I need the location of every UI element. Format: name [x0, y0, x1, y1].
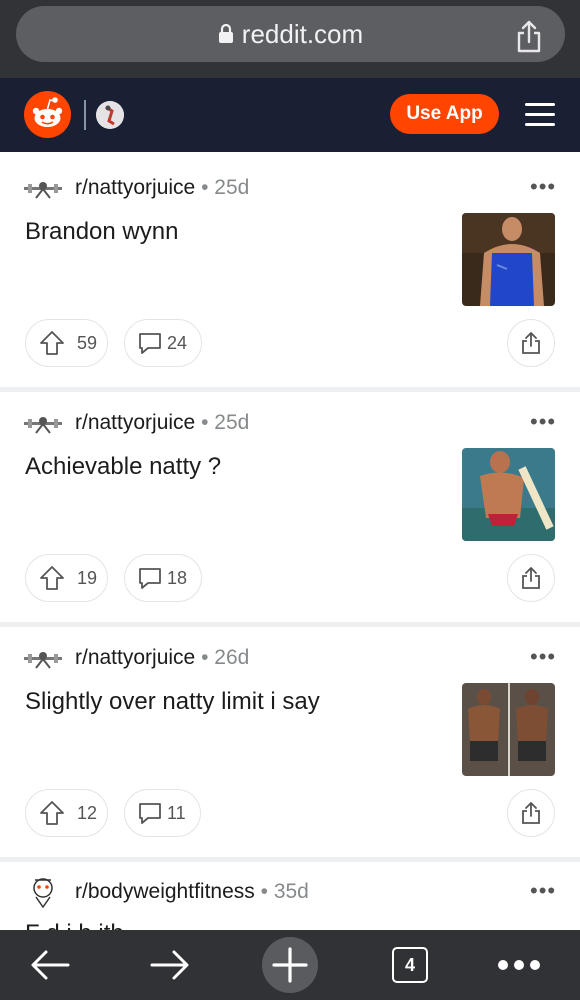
- post-age: 26d: [214, 646, 250, 669]
- browser-toolbar: 4: [0, 930, 580, 1000]
- subreddit-avatar: [24, 182, 62, 199]
- use-app-button[interactable]: Use App: [390, 94, 499, 134]
- more-icon: [498, 960, 540, 970]
- vote-count: 12: [77, 802, 98, 823]
- tabs-button[interactable]: 4: [392, 947, 428, 983]
- comments-button[interactable]: 11: [124, 789, 201, 837]
- upvote-button[interactable]: 12: [25, 789, 108, 837]
- vote-count: 19: [77, 567, 98, 588]
- post-thumbnail[interactable]: [462, 683, 555, 776]
- post-subreddit-line[interactable]: r/nattyorjuice • 26d: [75, 646, 249, 670]
- post-age: 35d: [273, 880, 309, 903]
- url-display[interactable]: reddit.com: [16, 6, 565, 62]
- subreddit-name[interactable]: r/nattyorjuice: [75, 646, 195, 669]
- share-icon[interactable]: [515, 20, 543, 54]
- post-card[interactable]: r/nattyorjuice • 26d ••• Slightly over n…: [0, 627, 580, 857]
- post-title[interactable]: Brandon wynn: [25, 218, 178, 246]
- tabs-count: 4: [404, 954, 415, 975]
- post-card[interactable]: r/bodyweightfitness • 35d ••• F d i b it…: [0, 862, 580, 930]
- subreddit-name[interactable]: r/nattyorjuice: [75, 411, 195, 434]
- comment-icon: [139, 333, 161, 354]
- post-subreddit-line[interactable]: r/nattyorjuice • 25d: [75, 411, 249, 435]
- upvote-icon: [40, 566, 64, 590]
- separator-dot: •: [260, 880, 268, 903]
- share-button[interactable]: [507, 319, 555, 367]
- lock-icon: [218, 24, 233, 43]
- community-avatar[interactable]: [96, 101, 124, 129]
- post-subreddit-line[interactable]: r/nattyorjuice • 25d: [75, 176, 249, 200]
- separator-dot: •: [201, 646, 209, 669]
- comment-icon: [139, 803, 161, 824]
- share-button[interactable]: [507, 789, 555, 837]
- header-divider: [84, 100, 86, 130]
- share-button[interactable]: [507, 554, 555, 602]
- back-icon: [31, 950, 70, 980]
- upvote-icon: [40, 801, 64, 825]
- vote-count: 59: [77, 332, 98, 353]
- url-text: reddit.com: [241, 18, 364, 49]
- upvote-button[interactable]: 59: [25, 319, 108, 367]
- reddit-header: Use App: [0, 78, 580, 152]
- forward-button[interactable]: [148, 942, 192, 988]
- browser-top-bar: reddit.com: [0, 0, 580, 78]
- upvote-icon: [40, 331, 64, 355]
- comment-icon: [139, 568, 161, 589]
- menu-icon[interactable]: [525, 101, 555, 129]
- post-age: 25d: [214, 176, 250, 199]
- post-title[interactable]: Slightly over natty limit i say: [25, 688, 320, 716]
- more-options-icon[interactable]: •••: [530, 411, 556, 433]
- share-icon: [522, 802, 540, 824]
- comments-button[interactable]: 18: [124, 554, 203, 602]
- share-icon: [522, 567, 540, 589]
- subreddit-name[interactable]: r/nattyorjuice: [75, 176, 195, 199]
- subreddit-avatar: [24, 652, 62, 669]
- share-icon: [522, 332, 540, 354]
- address-bar[interactable]: reddit.com: [16, 6, 565, 62]
- separator-dot: •: [201, 176, 209, 199]
- subreddit-avatar: [24, 417, 62, 434]
- post-subreddit-line[interactable]: r/bodyweightfitness • 35d: [75, 880, 309, 904]
- post-title[interactable]: F d i b ith: [25, 920, 124, 930]
- comment-count: 18: [167, 567, 188, 588]
- comments-button[interactable]: 24: [124, 319, 203, 367]
- post-thumbnail[interactable]: [462, 448, 555, 541]
- comment-count: 11: [167, 802, 186, 823]
- post-title[interactable]: Achievable natty ?: [25, 453, 221, 481]
- post-card[interactable]: r/nattyorjuice • 25d ••• Brandon wynn 59…: [0, 152, 580, 387]
- back-button[interactable]: [28, 942, 72, 988]
- separator-dot: •: [201, 411, 209, 434]
- forward-icon: [150, 950, 189, 980]
- new-tab-button[interactable]: [262, 937, 318, 993]
- more-options-icon[interactable]: •••: [530, 646, 556, 668]
- subreddit-name[interactable]: r/bodyweightfitness: [75, 880, 255, 903]
- upvote-button[interactable]: 19: [25, 554, 108, 602]
- post-thumbnail[interactable]: [462, 213, 555, 306]
- comment-count: 24: [167, 332, 188, 353]
- subreddit-avatar: [33, 878, 53, 908]
- more-options-icon[interactable]: •••: [530, 176, 556, 198]
- post-card[interactable]: r/nattyorjuice • 25d ••• Achievable natt…: [0, 392, 580, 622]
- post-age: 25d: [214, 411, 250, 434]
- reddit-snoo-icon[interactable]: [24, 91, 71, 138]
- new-tab-icon: [272, 947, 308, 983]
- more-button[interactable]: [496, 942, 542, 988]
- more-options-icon[interactable]: •••: [530, 880, 556, 902]
